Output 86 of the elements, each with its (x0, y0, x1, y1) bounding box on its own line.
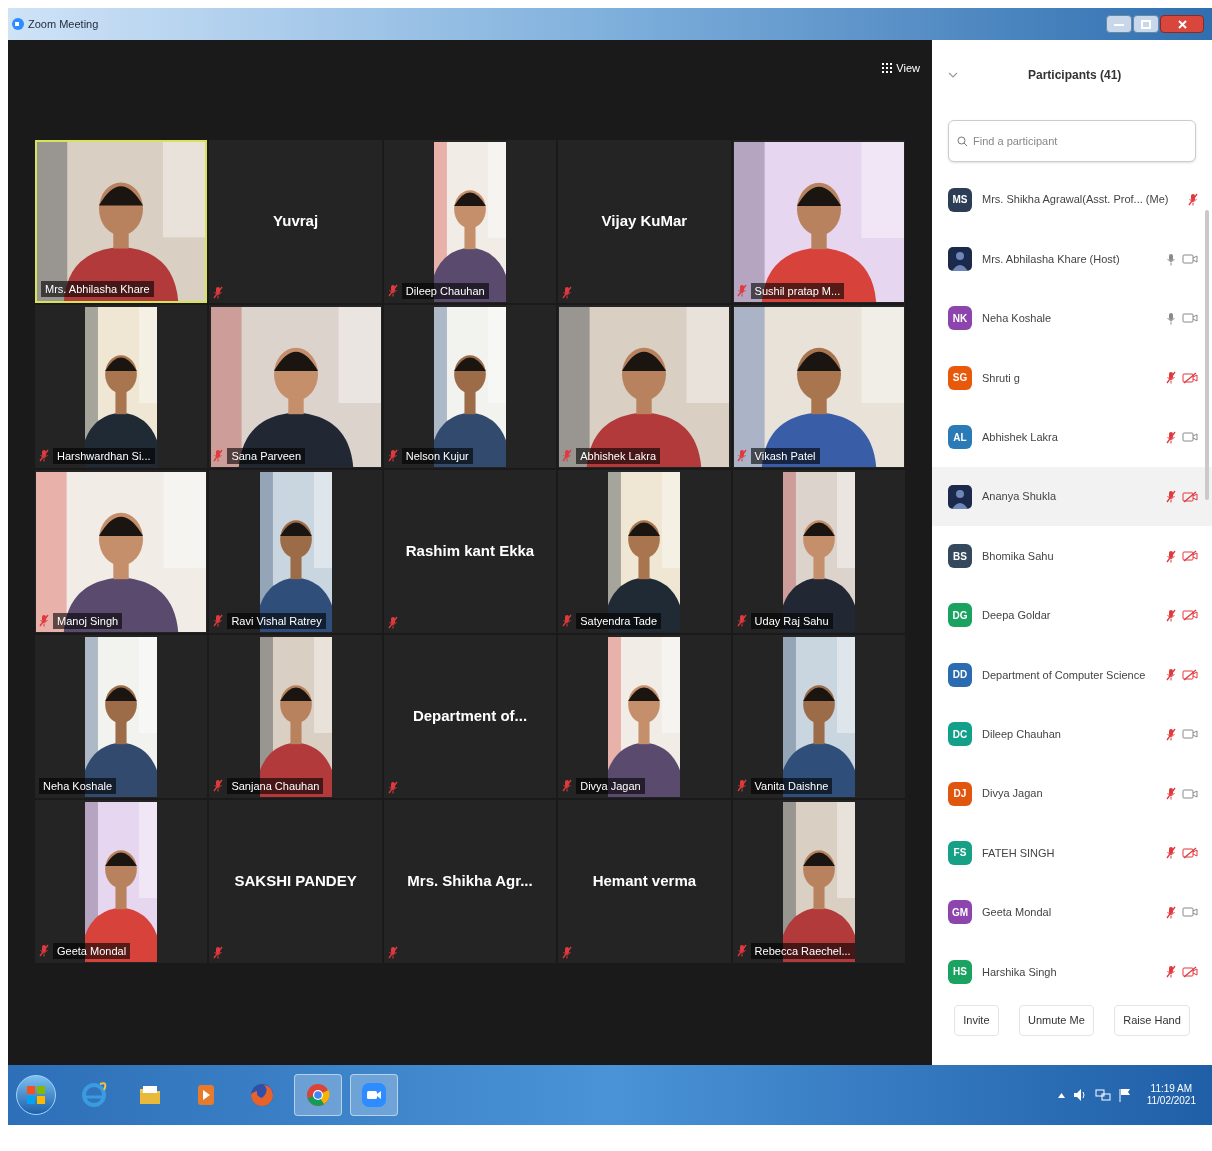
participant-name: FATEH SINGH (982, 845, 1056, 861)
globe-icon (80, 1081, 108, 1109)
participant-name: Harshwardhan Si... (53, 447, 155, 464)
participant-name: Mrs. Shikha Agrawal(Asst. Prof... (Me) (982, 192, 1170, 208)
participant-name: Deepa Goldar (982, 608, 1052, 624)
search-field[interactable]: Find a participant (948, 120, 1196, 162)
video-camera-icon (360, 1081, 388, 1109)
windows-logo-icon (27, 1086, 45, 1104)
start-button[interactable] (16, 1075, 56, 1115)
participant-name: Sanjana Chauhan (227, 777, 324, 794)
participant-avatar: FS (948, 841, 972, 865)
collapse-chevron-icon[interactable] (948, 72, 958, 78)
participant-name: Neha Koshale (982, 311, 1053, 327)
maximize-icon (1141, 19, 1151, 29)
participant-name: Ravi Vishal Ratrey (227, 612, 326, 629)
participant-name: Vikash Patel (750, 447, 820, 464)
panel-title: Participants (41) (1028, 67, 1122, 84)
participant-name: Mrs. Shikha Agr... (407, 871, 533, 892)
participant-name: Sana Parveen (227, 447, 306, 464)
participant-name: SAKSHI PANDEY (234, 871, 357, 892)
avatar-icon (948, 484, 972, 509)
participant-name: Dileep Chauhan (982, 726, 1062, 742)
panel-button[interactable]: Raise Hand (1114, 1005, 1190, 1036)
chrome-icon (304, 1081, 332, 1109)
participant-name: Satyendra Tade (576, 612, 662, 629)
participant-name: Abhishek Lakra (576, 447, 660, 464)
participant-name: Yuvraj (273, 211, 319, 232)
participant-name: Neha Koshale (39, 777, 117, 794)
window-title: Zoom Meeting (28, 16, 99, 32)
maximize-button[interactable] (1133, 15, 1159, 33)
participant-avatar: SG (948, 365, 972, 390)
participant-avatar: DG (948, 603, 972, 628)
participant-name: Dileep Chauhan (401, 282, 489, 299)
participant-name: Rashim kant Ekka (405, 541, 535, 562)
participant-row[interactable]: Ananya Shukla (932, 466, 1212, 527)
participant-name: Vanita Daishne (750, 777, 833, 794)
minimize-icon (1114, 22, 1124, 26)
participant-name: Shruti g (982, 370, 1021, 386)
participant-avatar: DC (948, 722, 972, 747)
participant-name: Hemant verma (592, 871, 697, 892)
participant-name: Uday Raj Sahu (750, 612, 833, 629)
avatar-icon (948, 247, 972, 272)
participant-avatar: BS (948, 544, 972, 569)
taskbar-app-button[interactable] (350, 1074, 398, 1116)
participant-name: Harshika Singh (982, 964, 1058, 980)
close-icon (1177, 19, 1187, 29)
clock-time: 11:19 AM (1150, 1082, 1193, 1095)
participant-name: Divya Jagan (576, 777, 645, 794)
network-icon[interactable] (1094, 1088, 1111, 1102)
flag-icon[interactable] (1118, 1088, 1131, 1102)
participant-avatar: DD (948, 662, 972, 687)
show-hidden-icons-icon[interactable] (1057, 1092, 1065, 1098)
participant-avatar: AL (948, 425, 972, 450)
view-button[interactable]: View (882, 60, 920, 77)
participant-name: Mrs. Abhilasha Khare (41, 280, 154, 297)
search-icon (957, 136, 968, 147)
participant-avatar: GM (948, 900, 972, 925)
participant-name: Vijay KuMar (601, 211, 688, 232)
close-button[interactable] (1160, 15, 1204, 33)
participant-name: Ananya Shukla (982, 489, 1057, 505)
participant-name: Bhomika Sahu (982, 548, 1055, 564)
taskbar-app-button[interactable] (294, 1074, 342, 1116)
participant-avatar: DJ (948, 781, 972, 806)
participant-name: Department of... (412, 706, 528, 727)
zoom-icon (12, 18, 24, 30)
participant-avatar: HS (948, 959, 972, 984)
participant-avatar: NK (948, 306, 972, 331)
browser-icon (248, 1081, 276, 1109)
participant-name: Department of Computer Science (982, 667, 1147, 683)
scrollbar[interactable] (1205, 210, 1209, 500)
panel-button[interactable]: Invite (954, 1005, 999, 1036)
participant-name: Geeta Mondal (982, 905, 1053, 921)
participant-name: Sushil pratap M... (750, 282, 845, 299)
panel-button[interactable]: Unmute Me (1018, 1005, 1094, 1036)
participant-name: Abhishek Lakra (982, 430, 1059, 445)
minimize-button[interactable] (1106, 15, 1132, 33)
participant-name: Nelson Kujur (401, 447, 473, 464)
participant-name: Geeta Mondal (53, 942, 131, 959)
participant-name: Rebecca Raechel... (750, 942, 855, 959)
participant-avatar: MS (948, 187, 972, 212)
grid-icon (882, 63, 893, 74)
participant-name: Mrs. Abhilasha Khare (Host) (982, 251, 1121, 267)
participant-name: Divya Jagan (982, 786, 1044, 802)
speaker-icon[interactable] (1072, 1088, 1087, 1102)
participant-name: Manoj Singh (53, 612, 123, 629)
clock-date: 11/02/2021 (1146, 1095, 1196, 1108)
